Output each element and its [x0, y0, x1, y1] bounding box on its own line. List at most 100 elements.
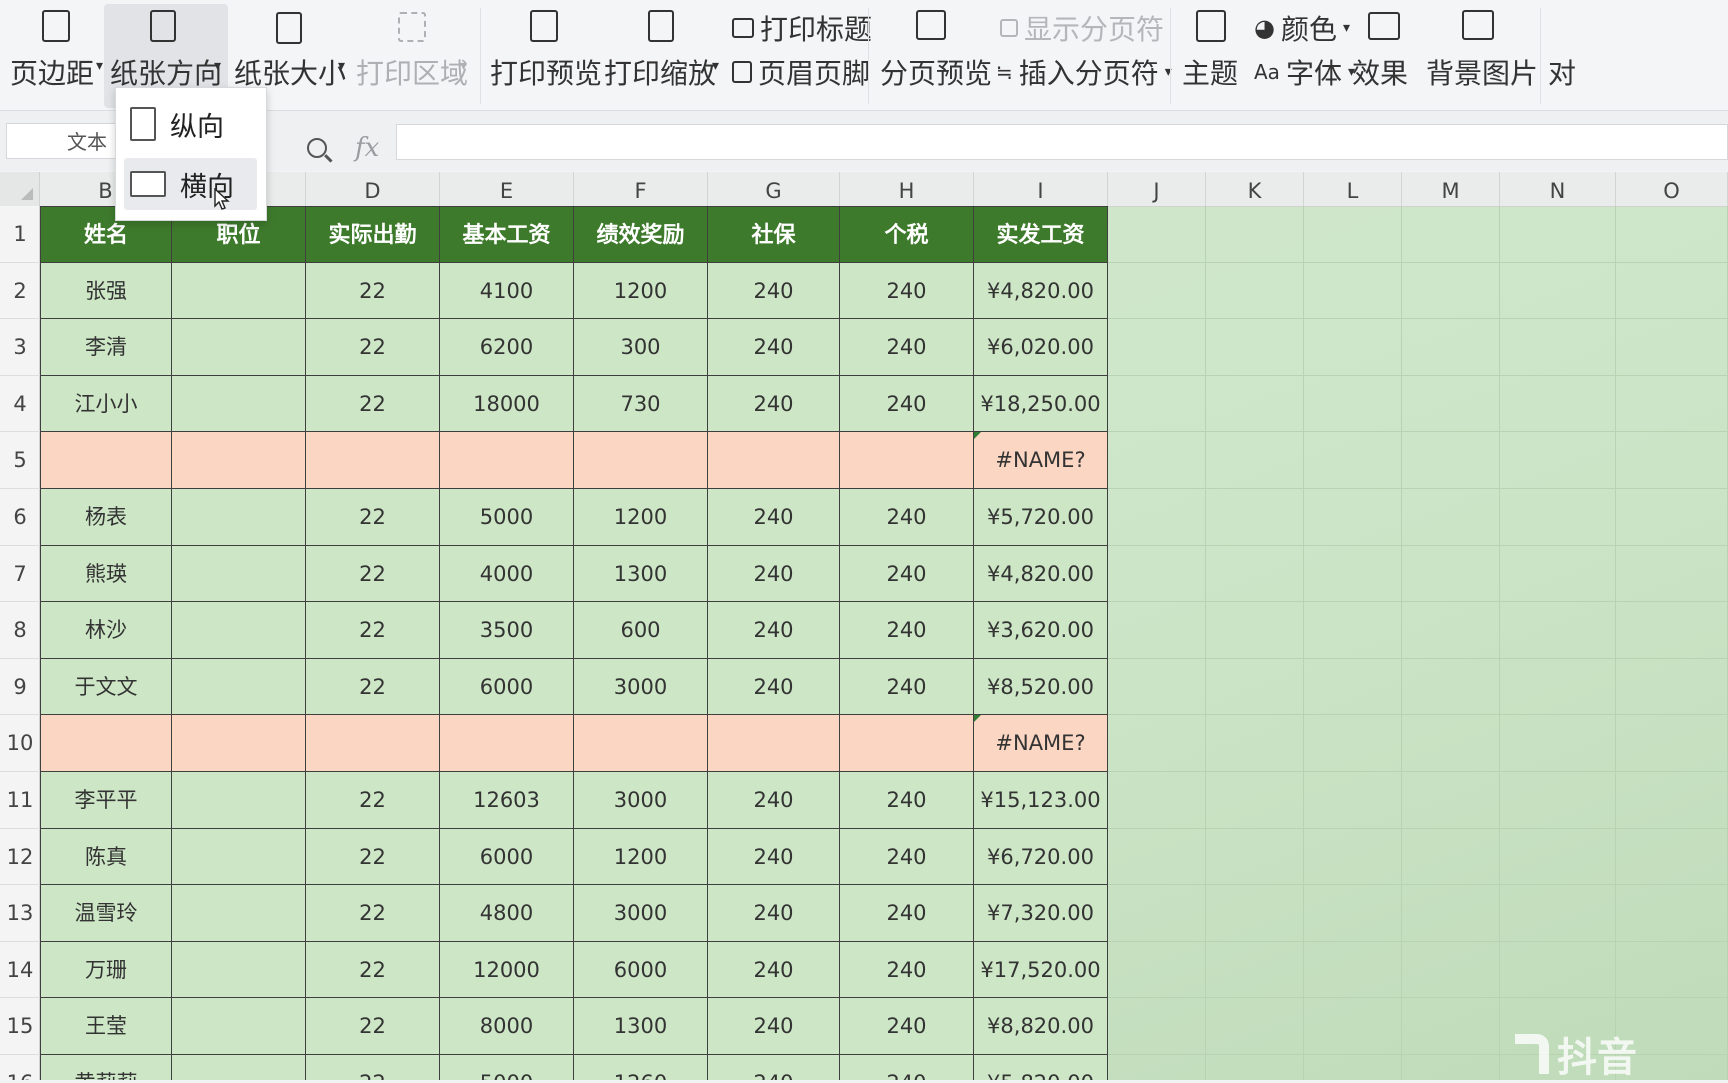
table-cell[interactable]: ¥4,820.00: [974, 546, 1108, 602]
table-cell[interactable]: 22: [306, 489, 440, 546]
table-cell[interactable]: [708, 432, 840, 489]
table-cell[interactable]: 240: [708, 546, 840, 602]
table-cell[interactable]: 600: [574, 602, 708, 659]
table-cell[interactable]: 3500: [440, 602, 574, 659]
formula-input[interactable]: [396, 124, 1728, 160]
table-cell[interactable]: 1200: [574, 263, 708, 319]
row-header[interactable]: 5: [0, 432, 40, 489]
theme-button[interactable]: 主题: [1182, 6, 1246, 106]
column-header[interactable]: I: [974, 172, 1108, 206]
table-cell[interactable]: ¥5,820.00: [974, 1055, 1108, 1080]
background-image-button[interactable]: 背景图片: [1426, 6, 1538, 106]
table-cell[interactable]: 6000: [440, 659, 574, 715]
table-header-cell[interactable]: 个税: [840, 206, 974, 263]
table-cell[interactable]: ¥4,820.00: [974, 263, 1108, 319]
table-cell[interactable]: ¥15,123.00: [974, 772, 1108, 829]
table-cell[interactable]: 1200: [574, 829, 708, 885]
row-header[interactable]: 15: [0, 998, 40, 1055]
row-header[interactable]: 4: [0, 376, 40, 432]
table-cell[interactable]: [172, 263, 306, 319]
table-cell[interactable]: 8000: [440, 998, 574, 1055]
table-cell[interactable]: 于文文: [40, 659, 172, 715]
colors-button[interactable]: ◕ 颜色 ▾: [1254, 8, 1350, 48]
table-cell[interactable]: 张强: [40, 263, 172, 319]
table-cell[interactable]: 240: [708, 489, 840, 546]
column-header[interactable]: E: [440, 172, 574, 206]
column-header[interactable]: O: [1616, 172, 1728, 206]
table-cell[interactable]: #NAME?: [974, 715, 1108, 772]
table-cell[interactable]: [172, 319, 306, 376]
table-cell[interactable]: 240: [708, 319, 840, 376]
table-cell[interactable]: 王莹: [40, 998, 172, 1055]
row-header[interactable]: 6: [0, 489, 40, 546]
table-cell[interactable]: 林沙: [40, 602, 172, 659]
margins-button[interactable]: 页边距 ▾: [10, 6, 110, 106]
table-cell[interactable]: 22: [306, 885, 440, 942]
table-cell[interactable]: 240: [708, 772, 840, 829]
table-cell[interactable]: [172, 602, 306, 659]
fonts-button[interactable]: Aa 字体 ▾: [1254, 52, 1355, 92]
table-cell[interactable]: 李清: [40, 319, 172, 376]
table-cell[interactable]: ¥8,520.00: [974, 659, 1108, 715]
table-cell[interactable]: 江小小: [40, 376, 172, 432]
column-header[interactable]: G: [708, 172, 840, 206]
table-cell[interactable]: ¥5,720.00: [974, 489, 1108, 546]
table-cell[interactable]: [40, 432, 172, 489]
table-cell[interactable]: ¥6,020.00: [974, 319, 1108, 376]
table-cell[interactable]: 240: [840, 1055, 974, 1080]
column-header[interactable]: N: [1500, 172, 1616, 206]
table-cell[interactable]: 6000: [440, 829, 574, 885]
column-header[interactable]: F: [574, 172, 708, 206]
fx-icon[interactable]: fx: [355, 133, 379, 163]
zoom-icon[interactable]: [307, 138, 327, 158]
table-cell[interactable]: 万珊: [40, 942, 172, 998]
table-cell[interactable]: 5000: [440, 489, 574, 546]
show-page-breaks-checkbox[interactable]: 显示分页符: [1000, 8, 1164, 48]
table-cell[interactable]: 温雪玲: [40, 885, 172, 942]
table-cell[interactable]: 22: [306, 546, 440, 602]
row-header[interactable]: 13: [0, 885, 40, 942]
table-cell[interactable]: [172, 772, 306, 829]
table-cell[interactable]: 1200: [574, 489, 708, 546]
table-cell[interactable]: [172, 942, 306, 998]
row-header[interactable]: 14: [0, 942, 40, 998]
table-cell[interactable]: 240: [708, 942, 840, 998]
table-cell[interactable]: 240: [840, 885, 974, 942]
table-cell[interactable]: [172, 432, 306, 489]
table-cell[interactable]: 22: [306, 998, 440, 1055]
table-cell[interactable]: ¥7,320.00: [974, 885, 1108, 942]
table-cell[interactable]: 6000: [574, 942, 708, 998]
table-cell[interactable]: 陈真: [40, 829, 172, 885]
table-cell[interactable]: 240: [840, 772, 974, 829]
table-cell[interactable]: 4100: [440, 263, 574, 319]
table-cell[interactable]: 22: [306, 659, 440, 715]
table-cell[interactable]: 22: [306, 602, 440, 659]
table-header-cell[interactable]: 社保: [708, 206, 840, 263]
align-button[interactable]: 对: [1548, 6, 1578, 106]
table-cell[interactable]: 3000: [574, 772, 708, 829]
table-cell[interactable]: 22: [306, 376, 440, 432]
table-cell[interactable]: 4800: [440, 885, 574, 942]
table-cell[interactable]: [172, 998, 306, 1055]
table-cell[interactable]: 240: [840, 942, 974, 998]
print-area-button[interactable]: 打印区域 ▾: [356, 6, 476, 106]
table-cell[interactable]: #NAME?: [974, 432, 1108, 489]
table-cell[interactable]: ¥17,520.00: [974, 942, 1108, 998]
table-cell[interactable]: [440, 432, 574, 489]
table-cell[interactable]: 240: [708, 1055, 840, 1080]
select-all-corner[interactable]: [0, 172, 40, 206]
table-cell[interactable]: 12603: [440, 772, 574, 829]
table-cell[interactable]: [172, 1055, 306, 1080]
print-preview-button[interactable]: 打印预览: [490, 6, 602, 106]
column-header[interactable]: L: [1304, 172, 1402, 206]
row-header[interactable]: 9: [0, 659, 40, 715]
table-cell[interactable]: 18000: [440, 376, 574, 432]
table-cell[interactable]: 240: [708, 263, 840, 319]
table-cell[interactable]: 5000: [440, 1055, 574, 1080]
page-break-preview-button[interactable]: 分页预览: [880, 6, 992, 106]
table-cell[interactable]: ¥18,250.00: [974, 376, 1108, 432]
table-cell[interactable]: [306, 715, 440, 772]
table-cell[interactable]: [708, 715, 840, 772]
table-header-cell[interactable]: 实发工资: [974, 206, 1108, 263]
table-cell[interactable]: 730: [574, 376, 708, 432]
